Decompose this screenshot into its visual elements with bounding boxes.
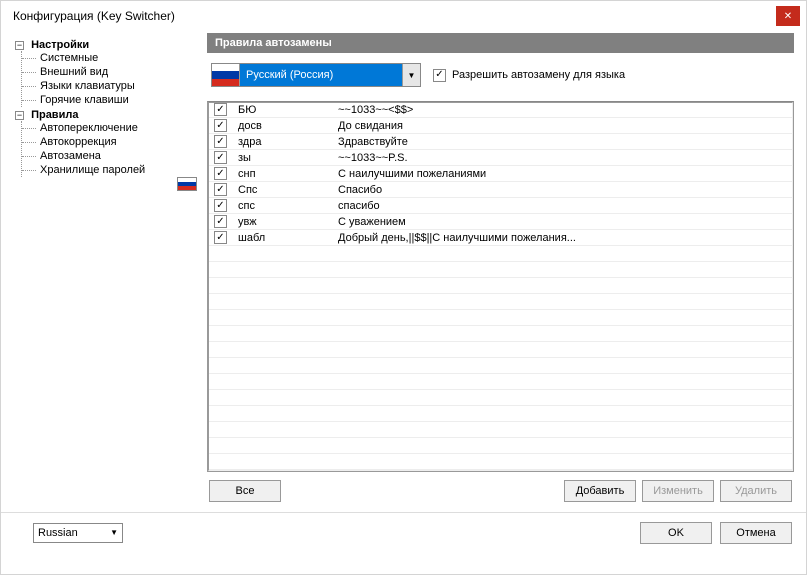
tree-item-hotkeys[interactable]: Горячие клавиши [22,93,197,107]
ui-language-value: Russian [38,527,78,539]
rule-key: снп [234,168,334,180]
close-icon: ✕ [784,11,792,22]
checkbox-icon[interactable]: ✓ [214,183,227,196]
panel-title: Правила автозамены [207,33,794,53]
checkbox-icon[interactable]: ✓ [214,231,227,244]
rule-key: увж [234,216,334,228]
ui-language-select[interactable]: Russian ▼ [33,523,123,543]
table-row[interactable]: ✓ шаблДобрый день,||$$||С наилучшими поже… [208,230,793,246]
tree-item-appearance[interactable]: Внешний вид [22,65,197,79]
content-area: − Настройки Системные Внешний вид Языки … [1,31,806,512]
cancel-button[interactable]: Отмена [720,522,792,544]
edit-button[interactable]: Изменить [642,480,714,502]
checkbox-icon[interactable]: ✓ [214,167,227,180]
chevron-down-icon: ▼ [110,528,118,537]
tree-collapse-icon[interactable]: − [15,111,24,120]
table-row[interactable]: ✓ здраЗдравствуйте [208,134,793,150]
checkbox-icon[interactable]: ✓ [214,215,227,228]
add-button[interactable]: Добавить [564,480,636,502]
checkbox-icon[interactable]: ✓ [214,119,227,132]
chevron-down-icon[interactable]: ▼ [402,64,420,86]
titlebar: Конфигурация (Key Switcher) ✕ [1,1,806,31]
table-row[interactable]: ✓ зы~~1033~~P.S. [208,150,793,166]
checkbox-icon[interactable]: ✓ [214,151,227,164]
table-row[interactable]: ✓ спсспасибо [208,198,793,214]
window-title: Конфигурация (Key Switcher) [13,9,175,23]
select-all-button[interactable]: Все [209,480,281,502]
tree-item-autocorrect[interactable]: Автокоррекция [22,135,197,149]
table-button-row: Все Добавить Изменить Удалить [207,472,794,504]
checkbox-icon[interactable]: ✓ [214,135,227,148]
rule-value: Спасибо [334,184,793,196]
table-empty-area [208,246,793,471]
rule-value: Добрый день,||$$||С наилучшими пожелания… [334,232,793,244]
rule-value: До свидания [334,120,793,132]
ok-button[interactable]: OK [640,522,712,544]
rule-key: досв [234,120,334,132]
table-row[interactable]: ✓ БЮ~~1033~~<$$> [208,102,793,118]
rule-key: здра [234,136,334,148]
table-row[interactable]: ✓ снпС наилучшими пожеланиями [208,166,793,182]
main-panel: Правила автозамены Русский (Россия) ▼ ✓ … [207,33,794,504]
enable-autoreplace-checkbox[interactable]: ✓ Разрешить автозамену для языка [433,69,625,82]
rule-value: спасибо [334,200,793,212]
russia-flag-icon [212,64,240,86]
checkbox-icon: ✓ [433,69,446,82]
rules-table[interactable]: ✓ БЮ~~1033~~<$$> ✓ досвДо свидания ✓ здраЗдра… [207,101,794,472]
bottom-bar: Russian ▼ OK Отмена [1,512,806,552]
rule-key: шабл [234,232,334,244]
table-row[interactable]: ✓ увжС уважением [208,214,793,230]
table-row[interactable]: ✓ досвДо свидания [208,118,793,134]
tree-group-rules[interactable]: Правила [31,109,78,121]
rule-value: С наилучшими пожеланиями [334,168,793,180]
enable-autoreplace-label: Разрешить автозамену для языка [452,69,625,81]
rule-value: С уважением [334,216,793,228]
tree-item-password-store[interactable]: Хранилище паролей [22,163,197,177]
rule-value: Здравствуйте [334,136,793,148]
tree-item-autoreplace[interactable]: Автозамена [22,149,197,163]
tree-group-settings[interactable]: Настройки [31,39,89,51]
table-row[interactable]: ✓ СпсСпасибо [208,182,793,198]
language-row: Русский (Россия) ▼ ✓ Разрешить автозамен… [207,53,794,97]
rule-value: ~~1033~~P.S. [334,152,793,164]
rule-key: спс [234,200,334,212]
sidebar-tree: − Настройки Системные Внешний вид Языки … [13,33,199,504]
close-button[interactable]: ✕ [776,6,800,26]
rule-key: Спс [234,184,334,196]
config-window: Конфигурация (Key Switcher) ✕ − Настройк… [0,0,807,575]
tree-item-keyboard-languages[interactable]: Языки клавиатуры [22,79,197,93]
language-dropdown[interactable]: Русский (Россия) ▼ [211,63,421,87]
rule-key: зы [234,152,334,164]
rule-key: БЮ [234,104,334,116]
tree-collapse-icon[interactable]: − [15,41,24,50]
russia-flag-icon [177,177,197,191]
tree-item-system[interactable]: Системные [22,51,197,65]
delete-button[interactable]: Удалить [720,480,792,502]
language-dropdown-value: Русский (Россия) [240,64,402,86]
checkbox-icon[interactable]: ✓ [214,199,227,212]
tree-item-autoswitch[interactable]: Автопереключение [22,121,197,135]
rule-value: ~~1033~~<$$> [334,104,793,116]
checkbox-icon[interactable]: ✓ [214,103,227,116]
